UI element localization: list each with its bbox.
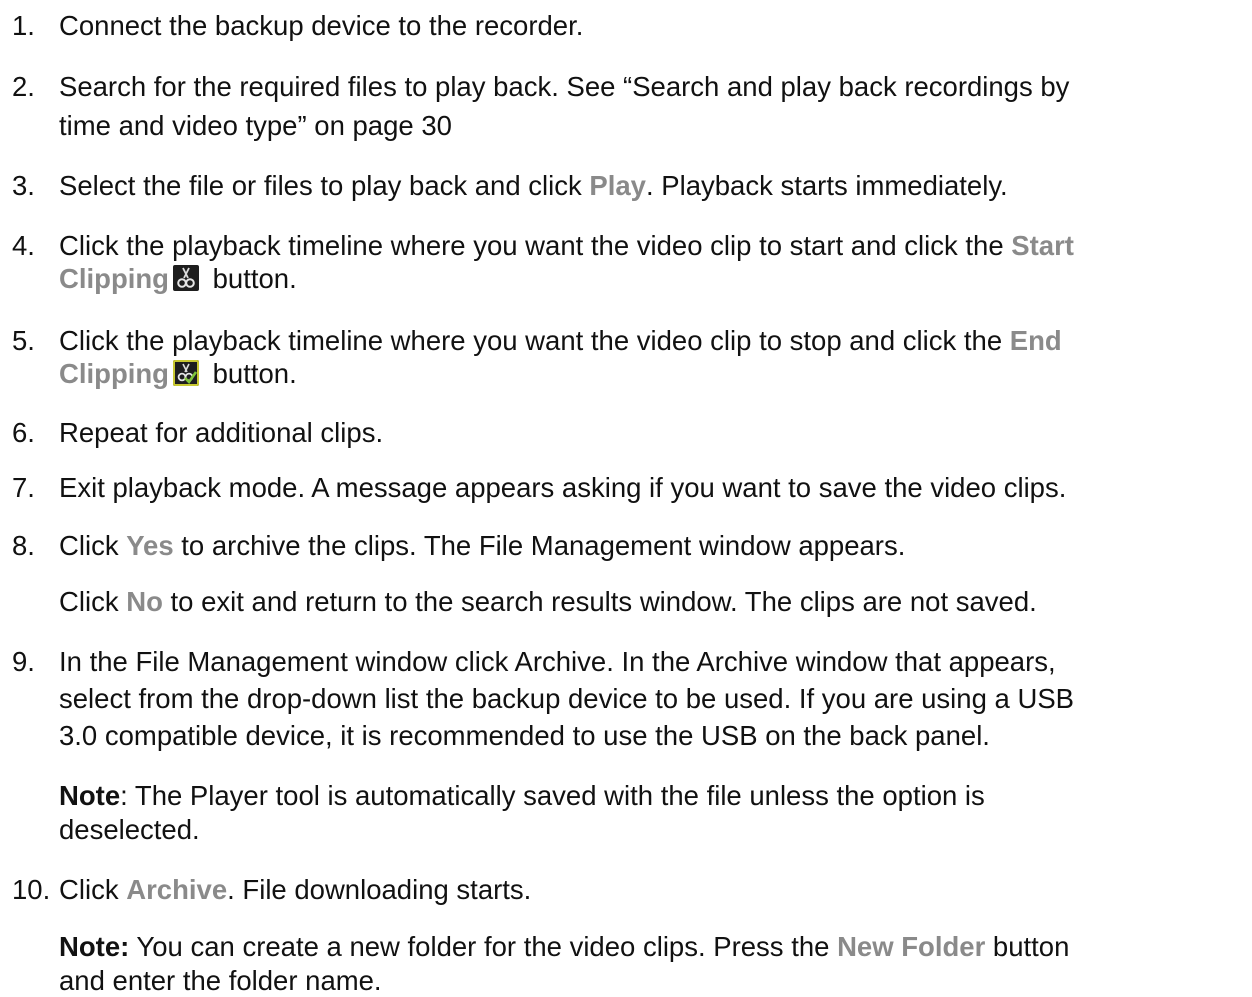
step-text-line-2: Clipping button.	[59, 358, 297, 389]
step-number: 2.	[12, 71, 35, 102]
no-button-reference: No	[126, 586, 163, 617]
step-number: 8.	[12, 530, 35, 561]
step-text: Repeat for additional clips.	[59, 417, 384, 448]
step-number: 4.	[12, 230, 35, 261]
step-text-line-1: Search for the required files to play ba…	[59, 71, 1070, 102]
note-label: Note	[59, 780, 121, 811]
scissors-icon	[172, 265, 199, 291]
new-folder-button-reference: New Folder	[837, 931, 986, 962]
step-note-line-2: and enter the folder name.	[59, 965, 382, 996]
step-text-line-3: 3.0 compatible device, it is recommended…	[59, 720, 990, 751]
step-number: 3.	[12, 170, 35, 201]
step-number: 6.	[12, 417, 35, 448]
note-label: Note:	[59, 931, 130, 962]
scissors-check-icon	[172, 360, 199, 386]
start-clipping-reference: Start	[1011, 230, 1074, 261]
end-clipping-reference: End	[1009, 325, 1062, 356]
step-text-line-1: Click the playback timeline where you wa…	[59, 230, 1074, 261]
step-text: Connect the backup device to the recorde…	[59, 10, 584, 41]
step-text-line-2: time and video type” on page 30	[59, 110, 452, 141]
step-note-line-1: Note: The Player tool is automatically s…	[59, 780, 985, 811]
step-number: 1.	[12, 10, 35, 41]
step-number: 7.	[12, 472, 35, 503]
step-number: 9.	[12, 646, 35, 677]
step-text: Exit playback mode. A message appears as…	[59, 472, 1067, 503]
yes-button-reference: Yes	[126, 530, 174, 561]
step-text-line-1: Click the playback timeline where you wa…	[59, 325, 1062, 356]
step-number: 10.	[12, 874, 51, 905]
step-note-line-1: Note: You can create a new folder for th…	[59, 931, 1070, 962]
archive-button-reference: Archive	[126, 874, 228, 905]
step-number: 5.	[12, 325, 35, 356]
step-text: Click Archive. File downloading starts.	[59, 874, 532, 905]
step-note-line-2: deselected.	[59, 814, 200, 845]
step-text-line-1: In the File Management window click Arch…	[59, 646, 1056, 677]
play-button-reference: Play	[589, 170, 646, 201]
step-subtext: Click No to exit and return to the searc…	[59, 586, 1037, 617]
step-text: Select the file or files to play back an…	[59, 170, 1008, 201]
step-text-line-2: select from the drop-down list the backu…	[59, 683, 1075, 714]
step-text: Click Yes to archive the clips. The File…	[59, 530, 906, 561]
step-text-line-2: Clipping button.	[59, 263, 297, 294]
